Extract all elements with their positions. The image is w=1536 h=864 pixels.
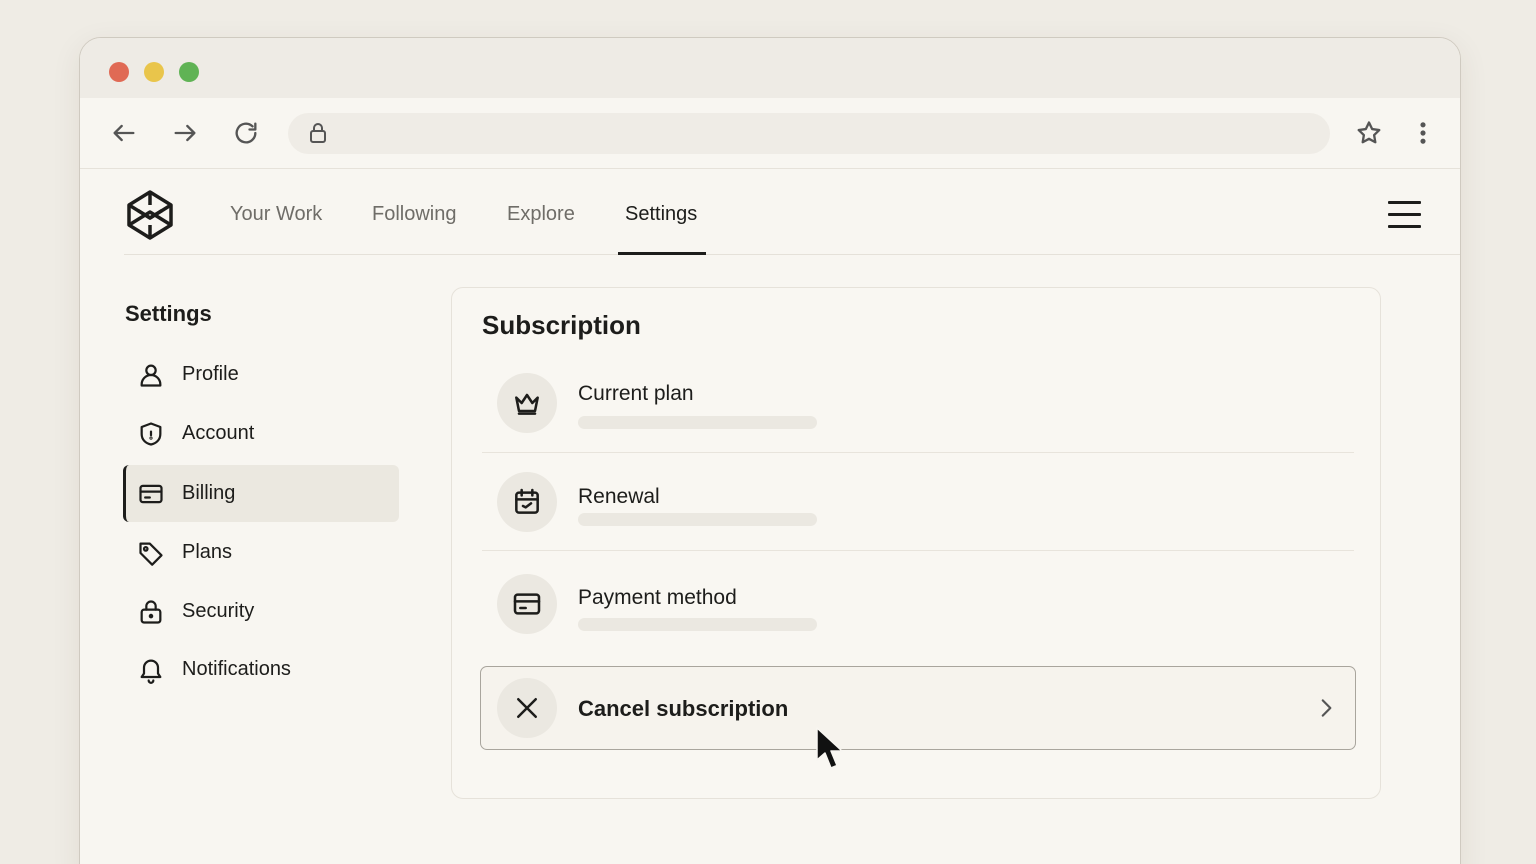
sidebar-item-label: Notifications [182,658,291,680]
chevron-right-icon [1313,695,1339,721]
sidebar-item-account[interactable]: Account [123,405,399,462]
sidebar-title: Settings [125,301,212,326]
row-label: Renewal [578,485,660,508]
sidebar-item-label: Billing [182,482,236,504]
minimize-window-button[interactable] [144,62,164,82]
top-navigation: Your Work Following Explore Settings [124,169,1460,255]
tab-explore[interactable]: Explore [507,203,575,226]
loading-placeholder [578,513,817,526]
tab-settings[interactable]: Settings [625,203,697,226]
bell-icon [137,656,165,684]
sidebar-item-label: Plans [182,541,233,563]
loading-placeholder [578,618,817,631]
tag-icon [137,539,165,567]
close-window-button[interactable] [109,62,129,82]
cancel-subscription-label: Cancel subscription [578,696,789,721]
sidebar-item-label: Security [182,600,255,622]
loading-placeholder [578,416,817,429]
current-plan-row: Current plan [482,352,1354,453]
shield-icon [137,420,165,448]
sidebar-item-profile[interactable]: Profile [123,346,399,403]
lock-icon [306,121,330,145]
renewal-row: Renewal [482,453,1354,551]
sidebar-item-plans[interactable]: Plans [123,524,399,581]
address-bar[interactable] [288,113,1330,154]
sidebar-item-security[interactable]: Security [123,583,399,640]
forward-arrow-icon[interactable] [170,118,200,148]
active-tab-indicator [618,252,706,255]
sidebar-item-notifications[interactable]: Notifications [123,641,399,698]
panel-title: Subscription [482,310,641,340]
tab-following[interactable]: Following [372,203,456,226]
user-icon [137,361,165,389]
credit-card-icon [137,480,165,508]
payment-method-row: Payment method [482,551,1354,651]
credit-card-icon [497,574,557,634]
browser-window: Your Work Following Explore Settings Set… [79,37,1461,864]
tab-your-work[interactable]: Your Work [230,203,322,226]
menu-icon[interactable] [1388,199,1422,229]
reload-icon[interactable] [231,118,261,148]
sidebar-item-label: Account [182,422,255,444]
maximize-window-button[interactable] [179,62,199,82]
title-bar [80,38,1460,98]
browser-toolbar [80,98,1460,169]
lock-icon [137,598,165,626]
subscription-panel: Subscription Current plan Renewal Paymen… [451,287,1381,799]
sidebar-item-billing[interactable]: Billing [123,465,399,522]
more-options-icon[interactable] [1408,118,1438,148]
row-label: Current plan [578,382,694,405]
cancel-subscription-button[interactable]: Cancel subscription [480,666,1356,750]
back-arrow-icon[interactable] [109,118,139,148]
sidebar-item-label: Profile [182,363,239,385]
bookmark-star-icon[interactable] [1354,118,1384,148]
close-icon [497,678,557,738]
crown-icon [497,373,557,433]
logo-icon[interactable] [124,189,176,241]
mouse-cursor-icon [815,727,845,771]
row-label: Payment method [578,586,737,609]
calendar-icon [497,472,557,532]
